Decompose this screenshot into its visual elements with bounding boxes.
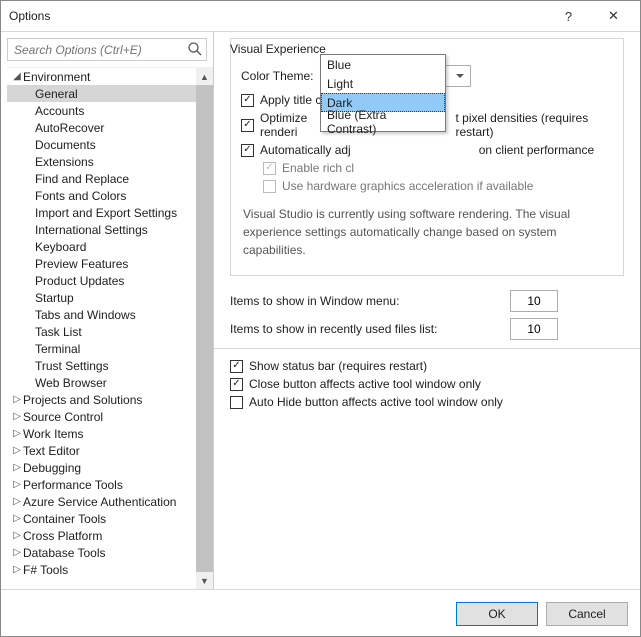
close-button[interactable]: ✕ <box>591 2 636 30</box>
search-input[interactable] <box>7 38 207 61</box>
show-status-bar-checkbox[interactable]: ✓ <box>230 360 243 373</box>
tree-item-product-updates[interactable]: Product Updates <box>7 272 213 289</box>
help-button[interactable]: ? <box>546 2 591 30</box>
cancel-button[interactable]: Cancel <box>546 602 628 626</box>
scroll-thumb[interactable] <box>196 85 213 572</box>
tree-item-extensions[interactable]: Extensions <box>7 153 213 170</box>
enable-rich-checkbox: ✓ <box>263 162 276 175</box>
close-button-affects-checkbox[interactable]: ✓ <box>230 378 243 391</box>
hw-accel-checkbox <box>263 180 276 193</box>
main-panel: Visual Experience Color Theme: Blue ✓ Ap… <box>214 32 640 589</box>
theme-option-blue-extra-contrast-[interactable]: Blue (Extra Contrast) <box>321 112 445 131</box>
tree-item-documents[interactable]: Documents <box>7 136 213 153</box>
apply-title-case-checkbox[interactable]: ✓ <box>241 94 254 107</box>
chevron-right-icon: ▷ <box>11 547 23 558</box>
hw-accel-label: Use hardware graphics acceleration if av… <box>282 179 533 193</box>
tree-scrollbar[interactable]: ▲ ▼ <box>196 68 213 589</box>
close-button-affects-label: Close button affects active tool window … <box>249 377 481 391</box>
tree-item-trust-settings[interactable]: Trust Settings <box>7 357 213 374</box>
enable-rich-label: Enable rich cl <box>282 161 354 175</box>
tree-item-international-settings[interactable]: International Settings <box>7 221 213 238</box>
chevron-right-icon: ▷ <box>11 394 23 405</box>
autohide-affects-checkbox[interactable] <box>230 396 243 409</box>
tree-item-accounts[interactable]: Accounts <box>7 102 213 119</box>
show-status-bar-label: Show status bar (requires restart) <box>249 359 427 373</box>
tree-item-autorecover[interactable]: AutoRecover <box>7 119 213 136</box>
tree-item-keyboard[interactable]: Keyboard <box>7 238 213 255</box>
items-recent-input[interactable] <box>510 318 558 340</box>
tree-item-projects-and-solutions[interactable]: ▷Projects and Solutions <box>7 391 213 408</box>
scroll-up-icon[interactable]: ▲ <box>196 68 213 85</box>
search-icon[interactable] <box>187 41 203 57</box>
chevron-right-icon: ▷ <box>11 428 23 439</box>
optimize-rendering-tail: t pixel densities (requires restart) <box>455 111 613 139</box>
tree-item-database-tools[interactable]: ▷Database Tools <box>7 544 213 561</box>
chevron-right-icon: ▷ <box>11 462 23 473</box>
tree-item-startup[interactable]: Startup <box>7 289 213 306</box>
chevron-right-icon: ▷ <box>11 496 23 507</box>
theme-option-light[interactable]: Light <box>321 74 445 93</box>
chevron-right-icon: ▷ <box>11 445 23 456</box>
tree-item-import-and-export-settings[interactable]: Import and Export Settings <box>7 204 213 221</box>
chevron-down-icon: ◢ <box>11 71 23 82</box>
ok-button[interactable]: OK <box>456 602 538 626</box>
tree-item-container-tools[interactable]: ▷Container Tools <box>7 510 213 527</box>
chevron-right-icon: ▷ <box>11 479 23 490</box>
auto-adjust-tail: on client performance <box>479 143 594 157</box>
autohide-affects-label: Auto Hide button affects active tool win… <box>249 395 503 409</box>
sidebar: ◢EnvironmentGeneralAccountsAutoRecoverDo… <box>1 32 214 589</box>
color-theme-dropdown[interactable]: BlueLightDarkBlue (Extra Contrast) <box>320 54 446 132</box>
chevron-right-icon: ▷ <box>11 564 23 575</box>
tree-item-find-and-replace[interactable]: Find and Replace <box>7 170 213 187</box>
tree-item-general[interactable]: General <box>7 85 213 102</box>
chevron-right-icon: ▷ <box>11 411 23 422</box>
theme-option-blue[interactable]: Blue <box>321 55 445 74</box>
tree-item-fonts-and-colors[interactable]: Fonts and Colors <box>7 187 213 204</box>
chevron-right-icon: ▷ <box>11 530 23 541</box>
settings-tree[interactable]: ◢EnvironmentGeneralAccountsAutoRecoverDo… <box>7 67 213 589</box>
window-title: Options <box>9 9 546 23</box>
scroll-down-icon[interactable]: ▼ <box>196 572 213 589</box>
tree-item-environment[interactable]: ◢Environment <box>7 68 213 85</box>
items-window-menu-label: Items to show in Window menu: <box>230 294 510 308</box>
items-window-menu-input[interactable] <box>510 290 558 312</box>
tree-item-azure-service-authentication[interactable]: ▷Azure Service Authentication <box>7 493 213 510</box>
tree-item-web-browser[interactable]: Web Browser <box>7 374 213 391</box>
tree-item-terminal[interactable]: Terminal <box>7 340 213 357</box>
rendering-info: Visual Studio is currently using softwar… <box>243 205 611 259</box>
auto-adjust-checkbox[interactable]: ✓ <box>241 144 254 157</box>
tree-item-preview-features[interactable]: Preview Features <box>7 255 213 272</box>
chevron-right-icon: ▷ <box>11 513 23 524</box>
visual-experience-fieldset: Color Theme: Blue ✓ Apply title case s ✓… <box>230 38 624 276</box>
auto-adjust-label: Automatically adj <box>260 143 351 157</box>
items-recent-label: Items to show in recently used files lis… <box>230 322 510 336</box>
tree-item-task-list[interactable]: Task List <box>7 323 213 340</box>
tree-item-f-tools[interactable]: ▷F# Tools <box>7 561 213 578</box>
tree-item-work-items[interactable]: ▷Work Items <box>7 425 213 442</box>
tree-item-tabs-and-windows[interactable]: Tabs and Windows <box>7 306 213 323</box>
optimize-rendering-checkbox[interactable]: ✓ <box>241 119 254 132</box>
tree-item-performance-tools[interactable]: ▷Performance Tools <box>7 476 213 493</box>
tree-item-source-control[interactable]: ▷Source Control <box>7 408 213 425</box>
tree-item-debugging[interactable]: ▷Debugging <box>7 459 213 476</box>
tree-item-cross-platform[interactable]: ▷Cross Platform <box>7 527 213 544</box>
tree-item-text-editor[interactable]: ▷Text Editor <box>7 442 213 459</box>
